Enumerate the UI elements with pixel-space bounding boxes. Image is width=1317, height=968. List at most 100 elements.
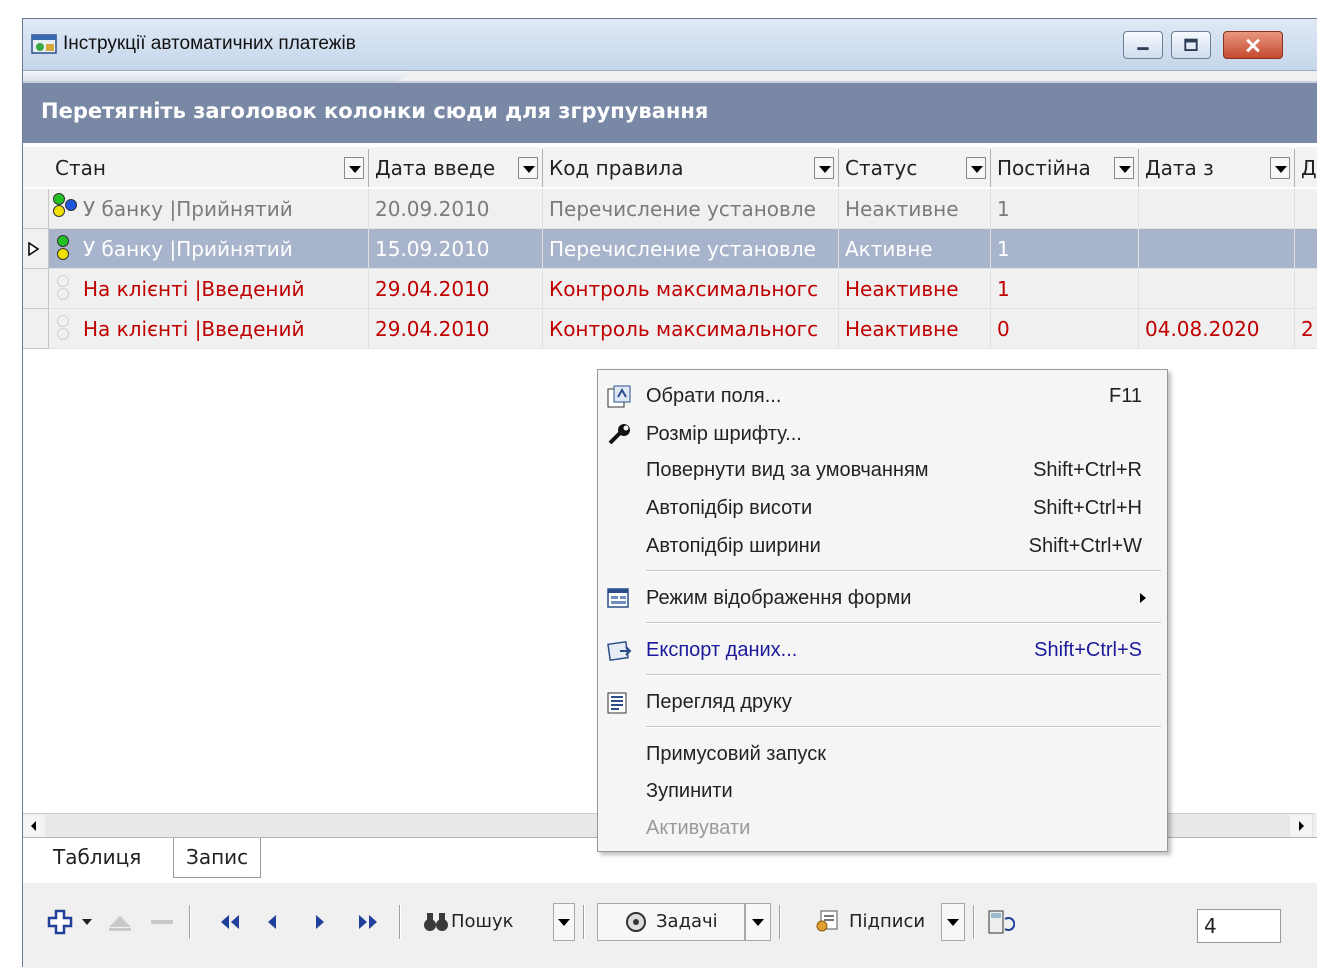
menu-item-activate: Активувати (598, 810, 1167, 846)
next-record-icon[interactable] (307, 905, 333, 939)
minimize-button[interactable] (1123, 31, 1163, 59)
last-record-icon[interactable] (351, 905, 385, 939)
menu-item-stop[interactable]: Зупинити (598, 773, 1167, 809)
gear-icon (626, 912, 646, 932)
column-header-label: Статус (845, 156, 918, 180)
tab-table[interactable]: Таблиця (41, 838, 154, 878)
table-row[interactable]: У банку |Прийнятий 20.09.2010 Перечислен… (49, 189, 1317, 229)
maximize-button[interactable] (1171, 31, 1211, 59)
cell-extra (1295, 269, 1317, 309)
column-header-label: Постійна (997, 156, 1091, 180)
cell-status: Неактивне (839, 269, 991, 309)
cell-date: 15.09.2010 (369, 229, 543, 269)
search-dropdown-button[interactable] (553, 903, 575, 941)
menu-label: Примусовий запуск (646, 743, 826, 765)
row-indicator[interactable] (23, 269, 49, 309)
toolbar-separator (189, 905, 191, 939)
table-row[interactable]: У банку |Прийнятий 15.09.2010 Перечислен… (49, 229, 1317, 269)
cell-text: На клієнті |Введений (83, 317, 305, 341)
cell-status: Активне (839, 229, 991, 269)
column-header-state[interactable]: Стан (49, 149, 369, 187)
chevron-down-icon[interactable] (966, 157, 986, 179)
tab-label: Запис (186, 845, 249, 869)
chevron-down-icon[interactable] (814, 157, 834, 179)
first-record-icon[interactable] (213, 905, 247, 939)
menu-item-auto-width[interactable]: Автопідбір ширини Shift+Ctrl+W (598, 528, 1167, 564)
print-preview-icon (607, 692, 627, 714)
add-icon[interactable] (45, 905, 75, 939)
context-menu: Обрати поля... F11 Розмір шрифту... Пове… (597, 369, 1168, 852)
cell-extra (1295, 189, 1317, 229)
cell-date-from: 04.08.2020 (1139, 309, 1295, 349)
remove-icon[interactable] (147, 905, 177, 939)
calculator-refresh-icon[interactable] (985, 905, 1015, 939)
tab-record[interactable]: Запис (173, 838, 262, 878)
menu-item-auto-height[interactable]: Автопідбір висоти Shift+Ctrl+H (598, 490, 1167, 526)
chevron-down-icon[interactable] (518, 157, 538, 179)
dropdown-arrow-icon[interactable] (79, 905, 95, 939)
window-title: Інструкції автоматичних платежів (63, 33, 356, 54)
menu-item-force-run[interactable]: Примусовий запуск (598, 736, 1167, 772)
minimize-icon (1137, 47, 1149, 51)
menu-item-font-size[interactable]: Розмір шрифту... (598, 416, 1167, 452)
chevron-down-icon[interactable] (1270, 157, 1290, 179)
signature-icon (816, 910, 838, 932)
chevron-down-icon (947, 919, 959, 926)
menu-item-export[interactable]: Експорт даних... Shift+Ctrl+S (598, 632, 1167, 668)
menu-item-reset-view[interactable]: Повернути вид за умовчанням Shift+Ctrl+R (598, 452, 1167, 488)
chevron-down-icon[interactable] (1114, 157, 1134, 179)
scroll-left-button[interactable] (23, 815, 45, 837)
cell-date-from (1139, 269, 1295, 309)
title-bar[interactable]: Інструкції автоматичних платежів (23, 19, 1317, 71)
menu-shortcut: Shift+Ctrl+H (1033, 497, 1142, 519)
export-icon (607, 640, 632, 662)
menu-item-choose-fields[interactable]: Обрати поля... F11 (598, 378, 1167, 414)
cell-constant: 0 (991, 309, 1139, 349)
tasks-label: Задачі (656, 911, 718, 932)
row-indicator[interactable] (23, 229, 49, 269)
tasks-button[interactable]: Задачі (597, 903, 745, 941)
column-header-date[interactable]: Дата введе (369, 149, 543, 187)
chevron-down-icon (752, 919, 764, 926)
signatures-button[interactable]: Підписи (793, 903, 941, 941)
menu-shortcut: F11 (1109, 385, 1142, 407)
table-row[interactable]: На клієнті |Введений 29.04.2010 Контроль… (49, 309, 1317, 349)
cell-status: Неактивне (839, 189, 991, 229)
table-row[interactable]: На клієнті |Введений 29.04.2010 Контроль… (49, 269, 1317, 309)
menu-label: Повернути вид за умовчанням (646, 459, 929, 481)
choose-fields-icon (607, 385, 631, 408)
group-area-tab (23, 71, 413, 81)
search-button[interactable]: Пошук (413, 903, 553, 941)
menu-label: Обрати поля... (646, 385, 782, 407)
column-header-extra[interactable]: Д (1295, 149, 1317, 187)
scroll-right-button[interactable] (1290, 815, 1312, 837)
previous-record-icon[interactable] (259, 905, 285, 939)
toolbar-separator (973, 905, 975, 939)
cell-rule: Контроль максимальногс (543, 309, 839, 349)
arrow-left-icon (31, 821, 36, 831)
close-button[interactable] (1223, 31, 1283, 59)
bottom-toolbar: Пошук Задачі Підписи 4 (23, 885, 1317, 968)
search-label: Пошук (451, 911, 514, 932)
group-by-panel[interactable]: Перетягніть заголовок колонки сюди для з… (23, 81, 1317, 143)
maximize-icon (1184, 38, 1198, 51)
column-header-rule-code[interactable]: Код правила (543, 149, 839, 187)
upload-icon[interactable] (105, 905, 135, 939)
chevron-down-icon[interactable] (344, 157, 364, 179)
signatures-dropdown-button[interactable] (941, 903, 965, 941)
menu-item-form-mode[interactable]: Режим відображення форми (598, 580, 1167, 616)
row-indicator[interactable] (23, 189, 49, 229)
tasks-dropdown-button[interactable] (745, 903, 771, 941)
menu-shortcut: Shift+Ctrl+W (1028, 535, 1142, 557)
column-header-constant[interactable]: Постійна (991, 149, 1139, 187)
menu-item-print-preview[interactable]: Перегляд друку (598, 684, 1167, 720)
column-header-label: Код правила (549, 156, 684, 180)
column-header-date-from[interactable]: Дата з (1139, 149, 1295, 187)
row-indicator[interactable] (23, 309, 49, 349)
cell-status: Неактивне (839, 309, 991, 349)
status-lamp-icon (53, 193, 77, 225)
binoculars-icon (424, 913, 448, 931)
cell-rule: Перечисление установле (543, 229, 839, 269)
column-header-status[interactable]: Статус (839, 149, 991, 187)
cell-text: У банку |Прийнятий (83, 237, 293, 261)
